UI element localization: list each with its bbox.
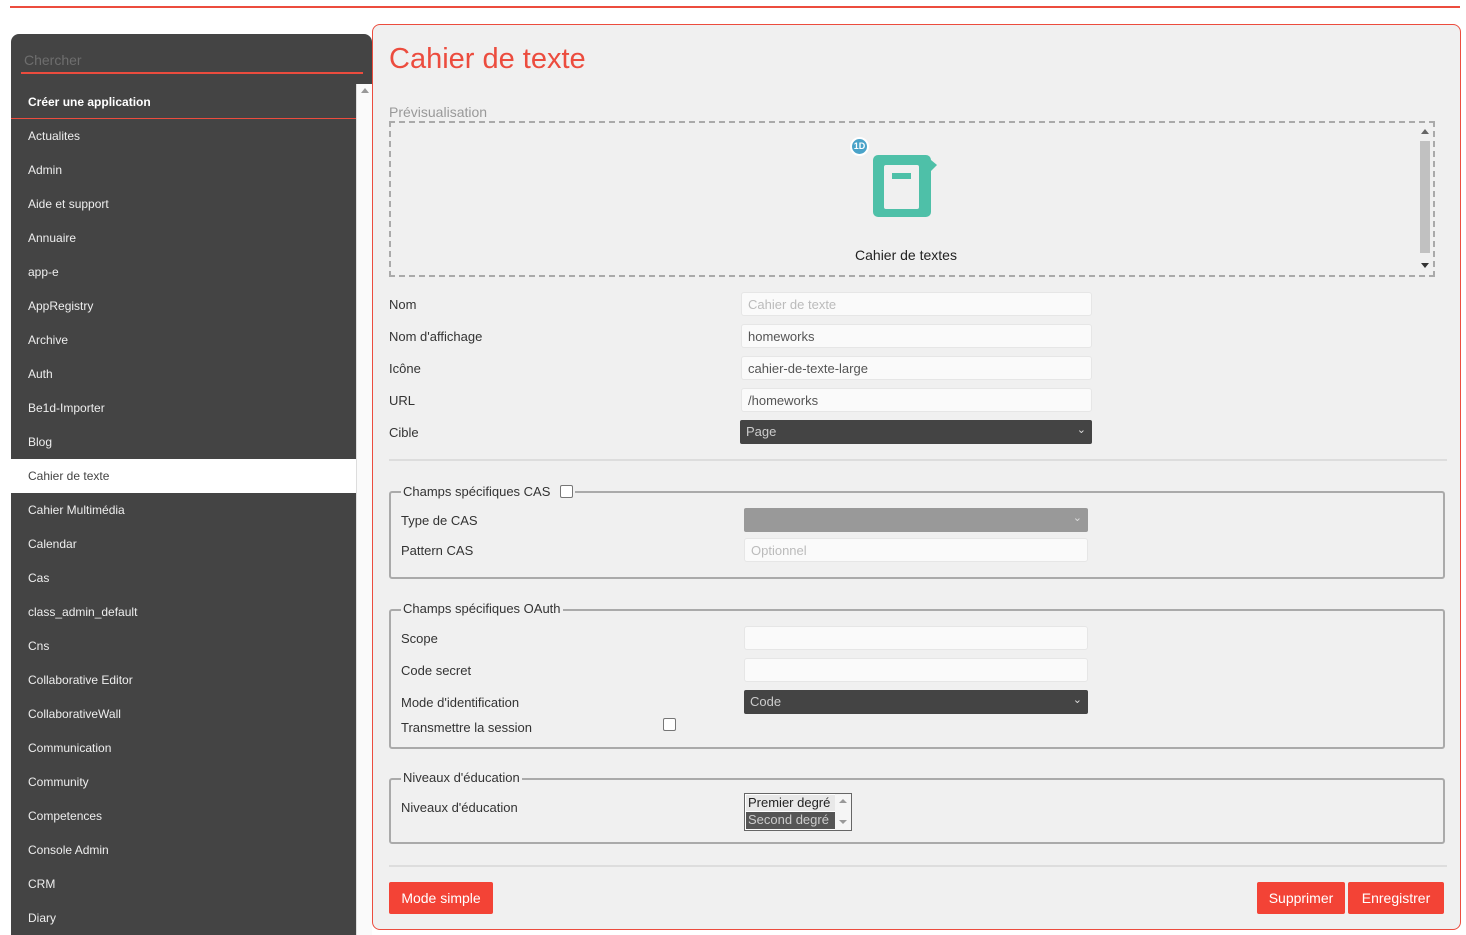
sidebar-scrollbar[interactable] <box>356 84 372 935</box>
sidebar-item-actualites[interactable]: Actualites <box>11 119 356 153</box>
secret-label: Code secret <box>401 663 472 678</box>
mode-label: Mode d'identification <box>401 695 520 710</box>
sidebar-item-cahier-de-texte[interactable]: Cahier de texte <box>11 459 356 493</box>
preview-label: Prévisualisation <box>389 104 488 120</box>
sidebar-item-diary[interactable]: Diary <box>11 901 356 935</box>
target-select[interactable]: Page ⌄ <box>740 420 1092 444</box>
nom-label: Nom <box>389 297 417 312</box>
scope-input[interactable] <box>744 626 1088 650</box>
icon-label: Icône <box>389 361 421 376</box>
education-multiselect[interactable]: Premier degré Second degré <box>744 793 852 831</box>
sidebar-item-be1d-importer[interactable]: Be1d-Importer <box>11 391 356 425</box>
create-application-link[interactable]: Créer une application <box>11 84 356 119</box>
mode-value: Code <box>750 694 782 709</box>
mode-select[interactable]: Code ⌄ <box>744 690 1088 714</box>
simple-mode-button[interactable]: Mode simple <box>389 882 493 914</box>
sidebar-item-annuaire[interactable]: Annuaire <box>11 221 356 255</box>
url-label: URL <box>389 393 416 408</box>
session-label: Transmettre la session <box>401 720 533 735</box>
application-list: Actualites Admin Aide et support Annuair… <box>11 119 356 935</box>
sidebar-item-console-admin[interactable]: Console Admin <box>11 833 356 867</box>
sidebar-item-app-e[interactable]: app-e <box>11 255 356 289</box>
level-badge: 1D <box>850 137 869 156</box>
preview-box: 1D Cahier de textes <box>389 121 1435 277</box>
cas-pattern-input[interactable] <box>744 538 1088 562</box>
sidebar-item-crm[interactable]: CRM <box>11 867 356 901</box>
sidebar-item-collaborative-editor[interactable]: Collaborative Editor <box>11 663 356 697</box>
icon-input[interactable] <box>741 356 1092 380</box>
sidebar-item-appregistry[interactable]: AppRegistry <box>11 289 356 323</box>
display-name-label: Nom d'affichage <box>389 329 483 344</box>
education-option-premier[interactable]: Premier degré <box>746 795 835 811</box>
scroll-up-arrow-icon[interactable] <box>839 799 847 803</box>
notebook-icon <box>869 151 939 226</box>
oauth-fieldset: Champs spécifiques OAuth Scope Code secr… <box>389 601 1445 749</box>
chevron-down-icon: ⌄ <box>1072 694 1082 706</box>
scope-label: Scope <box>401 631 438 646</box>
divider <box>389 459 1447 461</box>
divider <box>389 865 1447 867</box>
cas-pattern-label: Pattern CAS <box>401 543 474 558</box>
top-accent-line <box>10 6 1460 8</box>
sidebar-item-collaborativewall[interactable]: CollaborativeWall <box>11 697 356 731</box>
preview-scrollbar[interactable] <box>1417 125 1431 273</box>
url-input[interactable] <box>741 388 1092 412</box>
sidebar-item-cas[interactable]: Cas <box>11 561 356 595</box>
sidebar-item-cns[interactable]: Cns <box>11 629 356 663</box>
nom-input[interactable] <box>741 292 1092 316</box>
sidebar-item-cahier-multimedia[interactable]: Cahier Multimédia <box>11 493 356 527</box>
cas-type-label: Type de CAS <box>401 513 478 528</box>
chevron-down-icon: ⌄ <box>1072 512 1082 524</box>
target-label: Cible <box>389 425 419 440</box>
sidebar-item-blog[interactable]: Blog <box>11 425 356 459</box>
search-wrap <box>21 48 363 74</box>
scroll-up-arrow-icon[interactable] <box>1421 129 1429 134</box>
sidebar-item-admin[interactable]: Admin <box>11 153 356 187</box>
sidebar-item-aide-et-support[interactable]: Aide et support <box>11 187 356 221</box>
display-name-input[interactable] <box>741 324 1092 348</box>
preview-app-name: Cahier de textes <box>855 247 957 263</box>
session-checkbox[interactable] <box>663 718 676 731</box>
cas-fieldset: Champs spécifiques CAS Type de CAS ⌄ Pat… <box>389 483 1445 579</box>
multiselect-scrollbar[interactable] <box>835 794 851 830</box>
sidebar-item-archive[interactable]: Archive <box>11 323 356 357</box>
app-edit-panel: Cahier de texte Prévisualisation 1D Cahi… <box>372 24 1461 930</box>
search-input[interactable] <box>21 48 363 72</box>
save-button[interactable]: Enregistrer <box>1348 882 1444 914</box>
cas-legend-text: Champs spécifiques CAS <box>403 484 551 499</box>
oauth-legend: Champs spécifiques OAuth <box>401 601 563 616</box>
delete-button[interactable]: Supprimer <box>1257 882 1345 914</box>
scroll-thumb[interactable] <box>1420 141 1430 253</box>
secret-input[interactable] <box>744 658 1088 682</box>
scroll-down-arrow-icon[interactable] <box>1421 263 1429 268</box>
cas-legend: Champs spécifiques CAS <box>401 483 576 499</box>
education-fieldset: Niveaux d'éducation Niveaux d'éducation … <box>389 770 1445 844</box>
sidebar-item-calendar[interactable]: Calendar <box>11 527 356 561</box>
education-legend: Niveaux d'éducation <box>401 770 522 785</box>
sidebar-item-communication[interactable]: Communication <box>11 731 356 765</box>
sidebar-item-competences[interactable]: Competences <box>11 799 356 833</box>
cas-type-select[interactable]: ⌄ <box>744 508 1088 532</box>
cas-checkbox[interactable] <box>560 485 574 498</box>
sidebar-item-community[interactable]: Community <box>11 765 356 799</box>
scroll-down-arrow-icon[interactable] <box>839 820 847 824</box>
page-title: Cahier de texte <box>389 43 586 75</box>
scroll-up-arrow-icon[interactable] <box>361 88 369 93</box>
sidebar-item-auth[interactable]: Auth <box>11 357 356 391</box>
sidebar-item-class-admin-default[interactable]: class_admin_default <box>11 595 356 629</box>
target-value: Page <box>746 424 777 439</box>
chevron-down-icon: ⌄ <box>1076 424 1086 436</box>
sidebar: Créer une application Actualites Admin A… <box>11 34 372 935</box>
education-label: Niveaux d'éducation <box>401 800 518 815</box>
education-option-second[interactable]: Second degré <box>746 812 835 829</box>
